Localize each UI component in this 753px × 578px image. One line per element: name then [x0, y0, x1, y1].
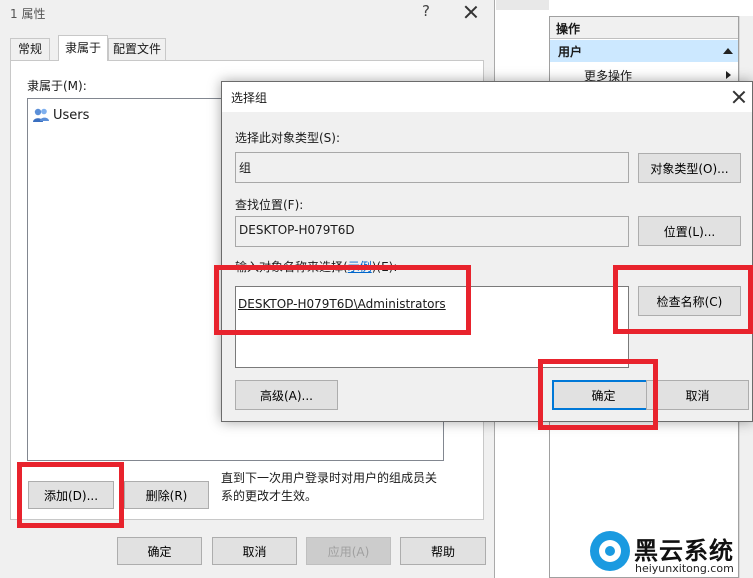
close-icon[interactable]: [464, 5, 478, 19]
location-value: DESKTOP-H079T6D: [239, 223, 355, 237]
tab-label: 隶属于: [64, 41, 101, 55]
examples-link[interactable]: 示例: [348, 260, 372, 274]
actions-section-users[interactable]: 用户: [550, 40, 738, 62]
help-button-label: 帮助: [430, 544, 455, 559]
check-names-button[interactable]: 检查名称(C): [638, 286, 741, 316]
list-item-label: Users: [53, 107, 90, 123]
tab-label: 常规: [17, 42, 42, 56]
advanced-button-label: 高级(A)...: [259, 388, 314, 403]
collapse-up-icon[interactable]: [723, 48, 733, 54]
dialog-title: 选择组: [231, 91, 268, 105]
actions-section-label: 用户: [558, 45, 583, 59]
object-type-label: 选择此对象类型(S):: [235, 131, 341, 145]
cancel-button-label: 取消: [242, 544, 267, 559]
object-type-value: 组: [239, 161, 252, 175]
users-group-icon: [32, 107, 50, 123]
dialog-close-icon[interactable]: [732, 90, 746, 104]
apply-button-label: 应用(A): [327, 544, 370, 559]
window-title: 1 属性: [10, 7, 46, 21]
dialog-ok-button[interactable]: 确定: [552, 380, 655, 410]
dialog-cancel-button[interactable]: 取消: [646, 380, 749, 410]
locations-button[interactable]: 位置(L)...: [638, 216, 741, 246]
object-names-input[interactable]: DESKTOP-H079T6D\Administrators: [235, 286, 629, 368]
watermark: 黑云系统 heiyunxitong.com: [588, 528, 753, 578]
list-item[interactable]: Users: [32, 105, 89, 125]
locations-button-label: 位置(L)...: [663, 224, 716, 239]
member-of-label: 隶属于(M):: [27, 79, 87, 93]
names-label: 输入对象名称来选择(示例)(E):: [235, 258, 397, 275]
ok-button[interactable]: 确定: [117, 537, 202, 565]
help-button[interactable]: 帮助: [400, 537, 486, 565]
chevron-right-icon: [726, 71, 731, 79]
tab-profile[interactable]: 配置文件: [108, 38, 166, 60]
dialog-cancel-button-label: 取消: [685, 388, 710, 403]
remove-button-label: 删除(R): [145, 488, 188, 503]
advanced-button[interactable]: 高级(A)...: [235, 380, 338, 410]
actions-header: 操作: [550, 17, 738, 39]
dialog-ok-button-label: 确定: [591, 388, 616, 403]
cancel-button[interactable]: 取消: [212, 537, 297, 565]
add-button-label: 添加(D)...: [43, 488, 99, 503]
location-label: 查找位置(F):: [235, 198, 304, 212]
object-type-field: 组: [235, 152, 629, 183]
apply-button[interactable]: 应用(A): [306, 537, 391, 565]
change-note-line-1: 直到下一次用户登录时对用户的组成员关: [221, 471, 438, 485]
actions-header-label: 操作: [556, 22, 581, 36]
tab-label: 配置文件: [112, 42, 161, 56]
watermark-url: heiyunxitong.com: [635, 562, 734, 575]
watermark-brand: 黑云系统: [634, 537, 734, 565]
help-icon[interactable]: ?: [422, 2, 430, 20]
remove-button[interactable]: 删除(R): [124, 481, 209, 509]
tab-member-of[interactable]: 隶属于: [58, 35, 108, 61]
object-types-button[interactable]: 对象类型(O)...: [638, 153, 741, 183]
object-types-button-label: 对象类型(O)...: [650, 161, 729, 176]
add-button[interactable]: 添加(D)...: [28, 481, 114, 509]
heiyun-logo-icon: [590, 531, 630, 571]
select-groups-dialog: 选择组 选择此对象类型(S): 组 对象类型(O)... 查找位置(F): DE…: [221, 81, 753, 422]
object-names-value: DESKTOP-H079T6D\Administrators: [238, 297, 446, 311]
names-label-suffix: )(E):: [371, 260, 398, 274]
change-note-line-2: 系的更改才生效。: [221, 489, 318, 503]
check-names-button-label: 检查名称(C): [656, 294, 723, 309]
tab-general[interactable]: 常规: [10, 38, 50, 60]
location-field: DESKTOP-H079T6D: [235, 216, 629, 247]
ok-button-label: 确定: [147, 544, 172, 559]
dialog-titlebar: 选择组: [222, 82, 752, 112]
names-label-prefix: 输入对象名称来选择(: [235, 260, 348, 274]
